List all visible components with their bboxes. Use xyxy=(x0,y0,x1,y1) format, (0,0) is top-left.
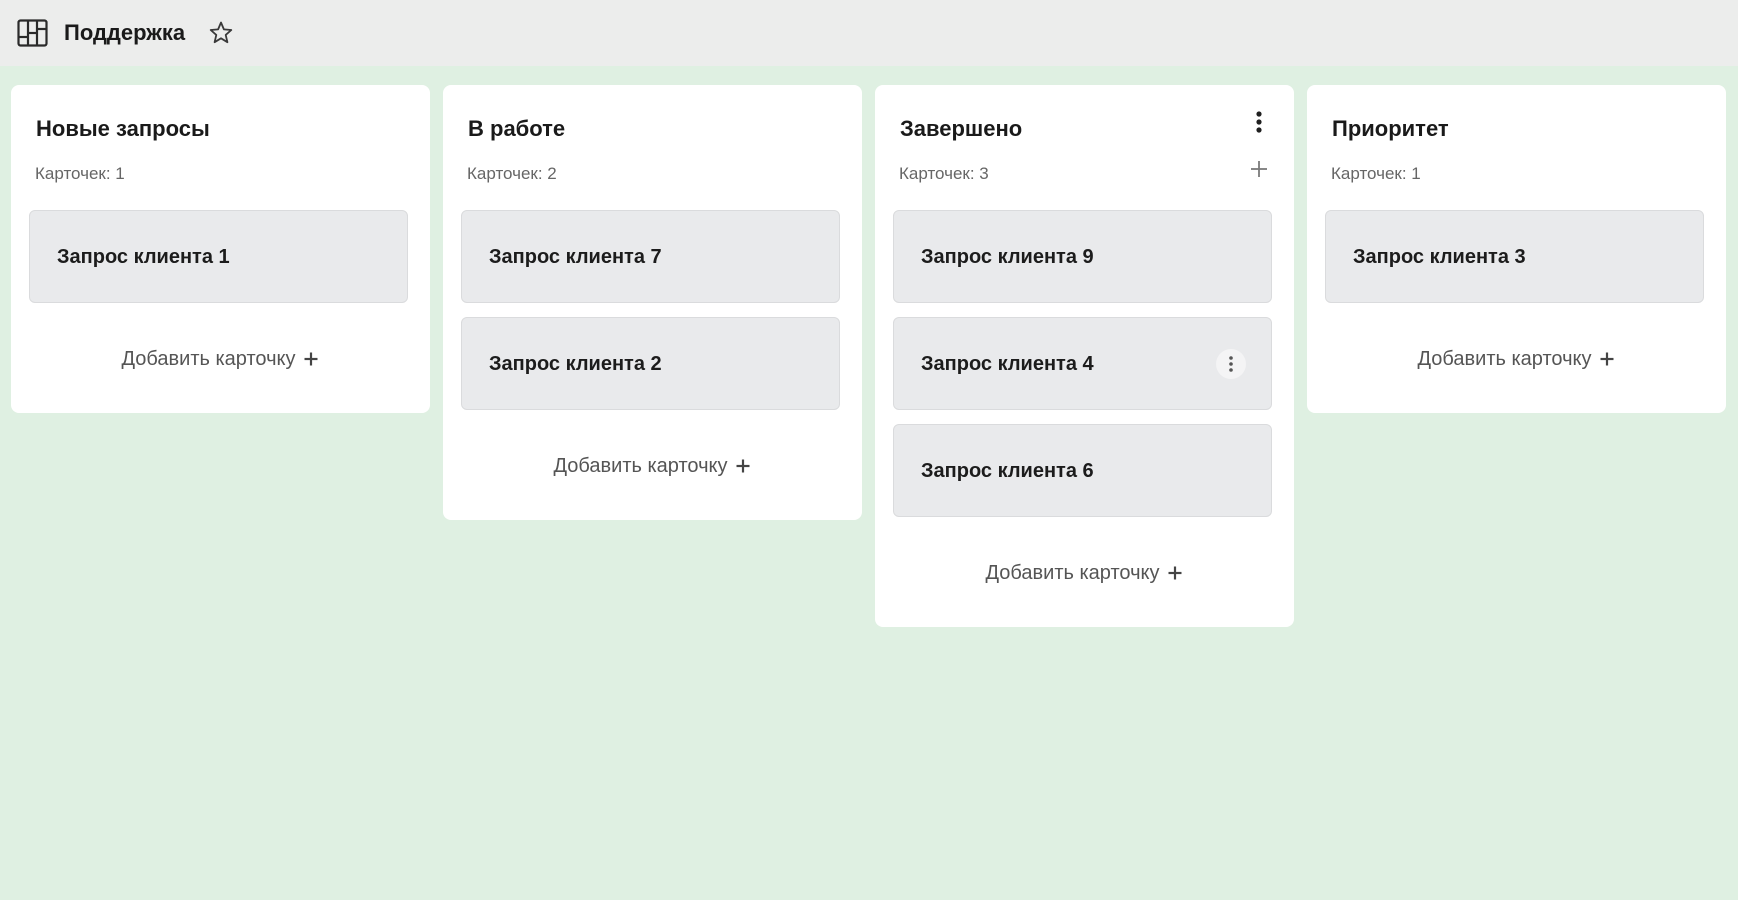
star-icon[interactable] xyxy=(207,19,235,47)
column-title: В работе xyxy=(468,116,566,141)
add-card-button[interactable]: Добавить карточку xyxy=(11,344,430,374)
card-title: Запрос клиента 3 xyxy=(1353,246,1526,268)
card-title: Запрос клиента 7 xyxy=(489,246,662,268)
column-title: Завершено xyxy=(900,116,1023,141)
column-title: Новые запросы xyxy=(36,116,210,141)
card[interactable]: Запрос клиента 2 xyxy=(461,317,840,410)
add-card-button[interactable]: Добавить карточку xyxy=(1307,344,1726,374)
plus-icon xyxy=(736,459,750,473)
column-new-requests: Новые запросы Карточек: 1 Запрос клиента… xyxy=(11,85,430,413)
plus-icon[interactable] xyxy=(1248,158,1270,180)
board-header: Поддержка xyxy=(0,0,1738,66)
column-card-count: Карточек: 2 xyxy=(467,164,557,183)
column-priority: Приоритет Карточек: 1 Запрос клиента 3 Д… xyxy=(1307,85,1726,413)
add-card-label: Добавить карточку xyxy=(553,455,728,477)
column-card-count: Карточек: 1 xyxy=(1331,164,1421,183)
card-title: Запрос клиента 2 xyxy=(489,353,662,375)
card-title: Запрос клиента 9 xyxy=(921,246,1094,268)
card[interactable]: Запрос клиента 1 xyxy=(29,210,408,303)
column-card-count: Карточек: 1 xyxy=(35,164,125,183)
kanban-board-icon xyxy=(17,19,48,47)
card-title: Запрос клиента 4 xyxy=(921,353,1094,375)
plus-icon xyxy=(304,352,318,366)
add-card-label: Добавить карточку xyxy=(985,562,1160,584)
card[interactable]: Запрос клиента 7 xyxy=(461,210,840,303)
column-card-count: Карточек: 3 xyxy=(899,164,989,183)
add-card-label: Добавить карточку xyxy=(1417,348,1592,370)
column-completed: Завершено Карточек: 3 Запрос клиента 9 З… xyxy=(875,85,1294,627)
add-card-button[interactable]: Добавить карточку xyxy=(443,451,862,481)
column-in-progress: В работе Карточек: 2 Запрос клиента 7 За… xyxy=(443,85,862,520)
column-title: Приоритет xyxy=(1332,116,1449,141)
plus-icon xyxy=(1168,566,1182,580)
plus-icon xyxy=(1600,352,1614,366)
card[interactable]: Запрос клиента 9 xyxy=(893,210,1272,303)
more-vertical-icon[interactable] xyxy=(1216,349,1246,379)
add-card-label: Добавить карточку xyxy=(121,348,296,370)
card[interactable]: Запрос клиента 3 xyxy=(1325,210,1704,303)
more-vertical-icon[interactable] xyxy=(1249,109,1269,135)
card-title: Запрос клиента 6 xyxy=(921,460,1094,482)
add-card-button[interactable]: Добавить карточку xyxy=(875,558,1294,588)
card-title: Запрос клиента 1 xyxy=(57,246,230,268)
board-title: Поддержка xyxy=(64,20,186,45)
card[interactable]: Запрос клиента 6 xyxy=(893,424,1272,517)
card[interactable]: Запрос клиента 4 xyxy=(893,317,1272,410)
